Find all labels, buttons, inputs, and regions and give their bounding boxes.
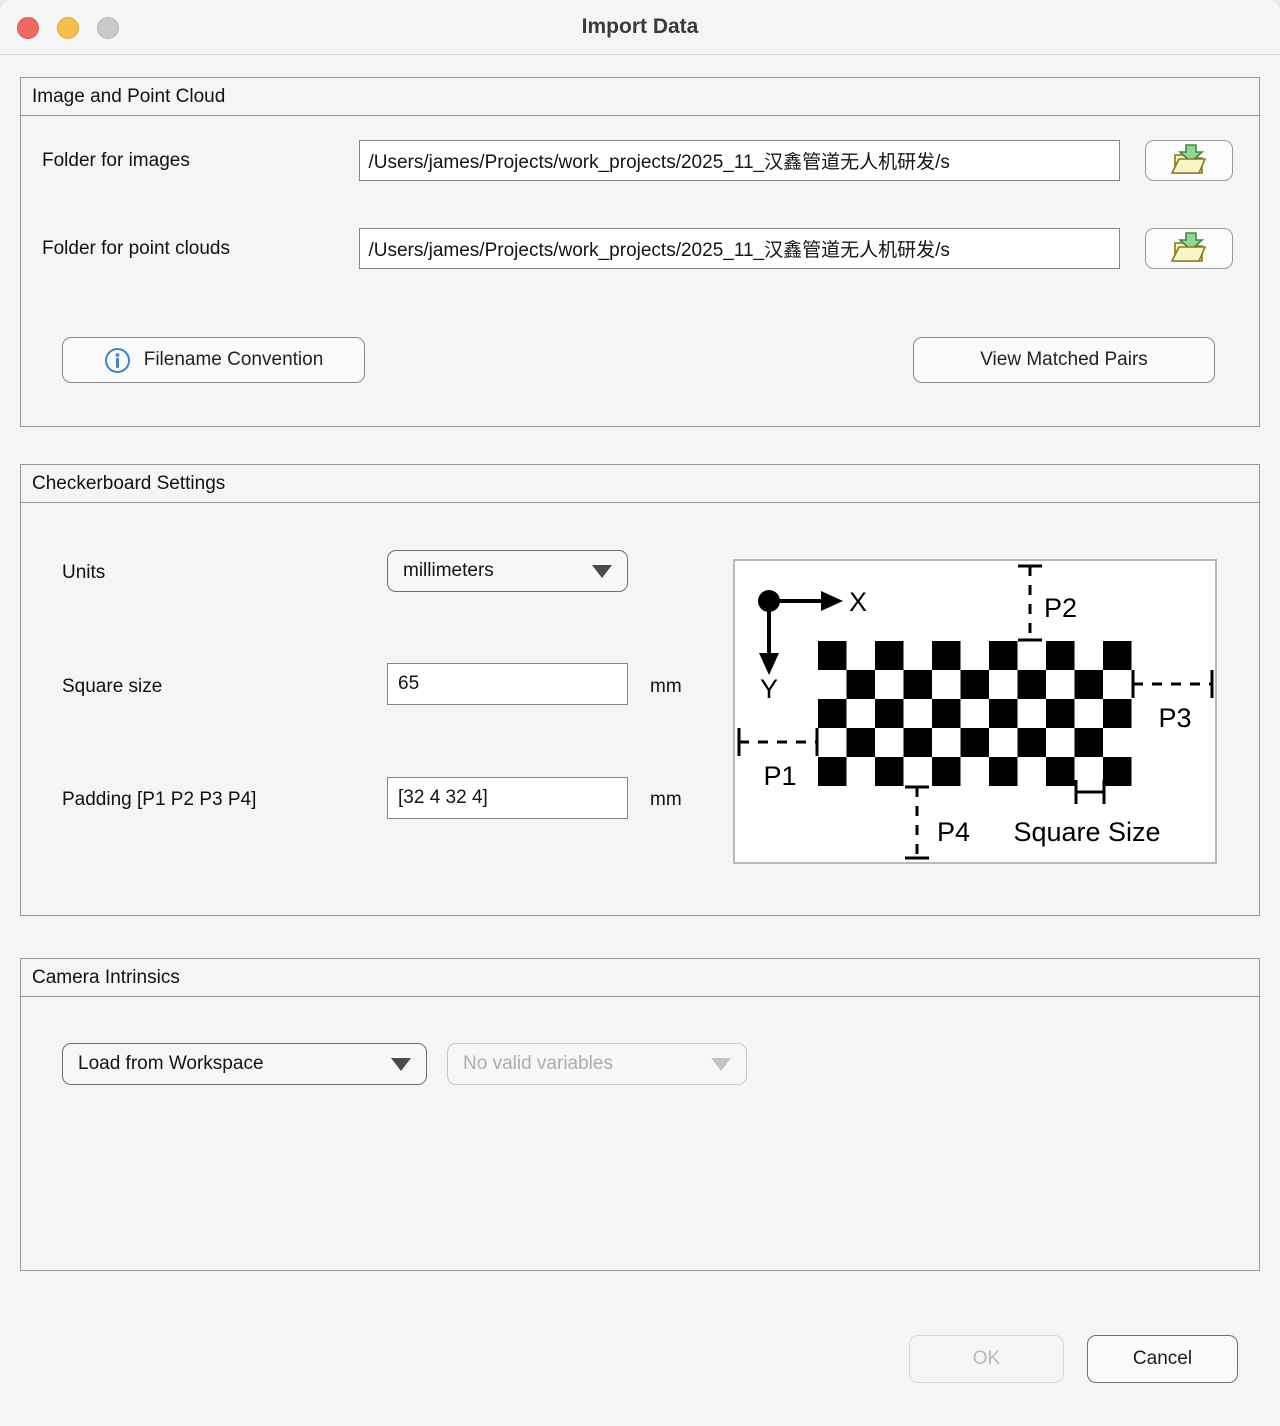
section-checkerboard-settings: Checkerboard Settings Units millimeters …	[20, 464, 1260, 916]
intrinsics-source-value: Load from Workspace	[78, 1053, 264, 1075]
traffic-lights	[17, 17, 119, 39]
x-axis-label: X	[849, 587, 867, 617]
view-matched-pairs-button[interactable]: View Matched Pairs	[913, 337, 1215, 383]
section-title: Checkerboard Settings	[21, 465, 1259, 503]
y-axis-label: Y	[760, 674, 778, 704]
padding-unit: mm	[650, 789, 682, 811]
section-title: Camera Intrinsics	[21, 959, 1259, 997]
checkerboard-diagram: X Y P2 P1	[733, 559, 1217, 864]
square-size-diagram-label: Square Size	[1013, 817, 1160, 847]
view-matched-pairs-label: View Matched Pairs	[980, 349, 1148, 371]
window-title: Import Data	[582, 15, 699, 39]
folder-for-images-input[interactable]	[359, 140, 1120, 181]
ok-button: OK	[909, 1335, 1064, 1383]
workspace-variables-value: No valid variables	[463, 1053, 613, 1075]
close-window-icon[interactable]	[17, 17, 39, 39]
p4-label: P4	[937, 817, 970, 847]
open-folder-icon	[1169, 142, 1209, 179]
padding-input[interactable]	[387, 777, 628, 819]
chevron-down-icon	[711, 1058, 731, 1071]
p1-label: P1	[763, 761, 796, 791]
square-size-input[interactable]	[387, 663, 628, 705]
section-camera-intrinsics: Camera Intrinsics Load from Workspace No…	[20, 958, 1260, 1271]
square-size-unit: mm	[650, 676, 682, 698]
folder-for-point-clouds-row: Folder for point clouds	[21, 228, 1259, 269]
zoom-window-icon	[97, 17, 119, 39]
chevron-down-icon	[391, 1058, 411, 1071]
square-size-label: Square size	[62, 676, 162, 698]
filename-convention-label: Filename Convention	[144, 349, 324, 371]
minimize-window-icon[interactable]	[57, 17, 79, 39]
units-dropdown-value: millimeters	[403, 560, 494, 582]
p2-label: P2	[1044, 593, 1077, 623]
padding-label: Padding [P1 P2 P3 P4]	[62, 789, 256, 811]
section-title: Image and Point Cloud	[21, 78, 1259, 116]
checkerboard-squares	[818, 641, 1132, 786]
browse-point-clouds-folder-button[interactable]	[1145, 228, 1233, 269]
folder-for-images-row: Folder for images	[21, 140, 1259, 181]
open-folder-icon	[1169, 230, 1209, 267]
folder-for-point-clouds-input[interactable]	[359, 228, 1120, 269]
info-icon	[104, 347, 131, 374]
units-label: Units	[62, 562, 105, 584]
p3-label: P3	[1158, 703, 1191, 733]
intrinsics-source-dropdown[interactable]: Load from Workspace	[62, 1043, 427, 1085]
units-dropdown[interactable]: millimeters	[387, 550, 628, 592]
browse-images-folder-button[interactable]	[1145, 140, 1233, 181]
chevron-down-icon	[592, 565, 612, 578]
folder-for-images-label: Folder for images	[21, 150, 359, 172]
section-image-and-point-cloud: Image and Point Cloud Folder for images	[20, 77, 1260, 427]
folder-for-point-clouds-label: Folder for point clouds	[21, 238, 359, 260]
cancel-button[interactable]: Cancel	[1087, 1335, 1238, 1383]
filename-convention-button[interactable]: Filename Convention	[62, 337, 365, 383]
import-data-dialog: Import Data Image and Point Cloud Folder…	[0, 0, 1280, 1426]
workspace-variables-dropdown: No valid variables	[447, 1043, 747, 1085]
title-bar: Import Data	[0, 0, 1280, 55]
